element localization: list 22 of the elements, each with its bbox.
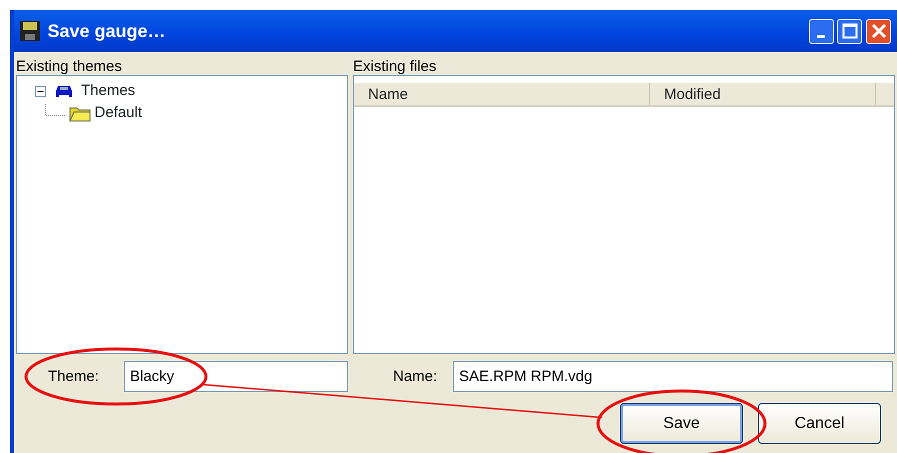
- car-icon: [54, 84, 74, 98]
- field-label: Name:: [393, 368, 438, 385]
- column-header[interactable]: Modified: [650, 83, 876, 105]
- collapse-toggle-icon[interactable]: [35, 86, 46, 96]
- close-icon: [870, 23, 886, 39]
- panel-label: Existing themes: [16, 58, 123, 75]
- window-title: Save gauge…: [48, 20, 166, 43]
- theme-field[interactable]: Blacky: [124, 361, 348, 392]
- minimize-icon: [817, 34, 825, 38]
- field-label: Theme:: [48, 368, 100, 385]
- minimize-button[interactable]: [808, 18, 834, 44]
- column-header[interactable]: Name: [354, 83, 650, 105]
- maximize-icon: [842, 23, 858, 39]
- dialog-button[interactable]: Cancel: [758, 403, 881, 444]
- folder-icon: [68, 104, 91, 122]
- tree-item[interactable]: Default: [94, 102, 142, 124]
- maximize-button[interactable]: [837, 18, 862, 44]
- tree-item[interactable]: Themes: [81, 80, 136, 102]
- close-button[interactable]: [866, 18, 891, 44]
- panel-label: Existing files: [353, 58, 438, 75]
- file-name-field[interactable]: SAE.RPM RPM.vdg: [453, 361, 893, 392]
- default-button[interactable]: Save: [620, 403, 743, 444]
